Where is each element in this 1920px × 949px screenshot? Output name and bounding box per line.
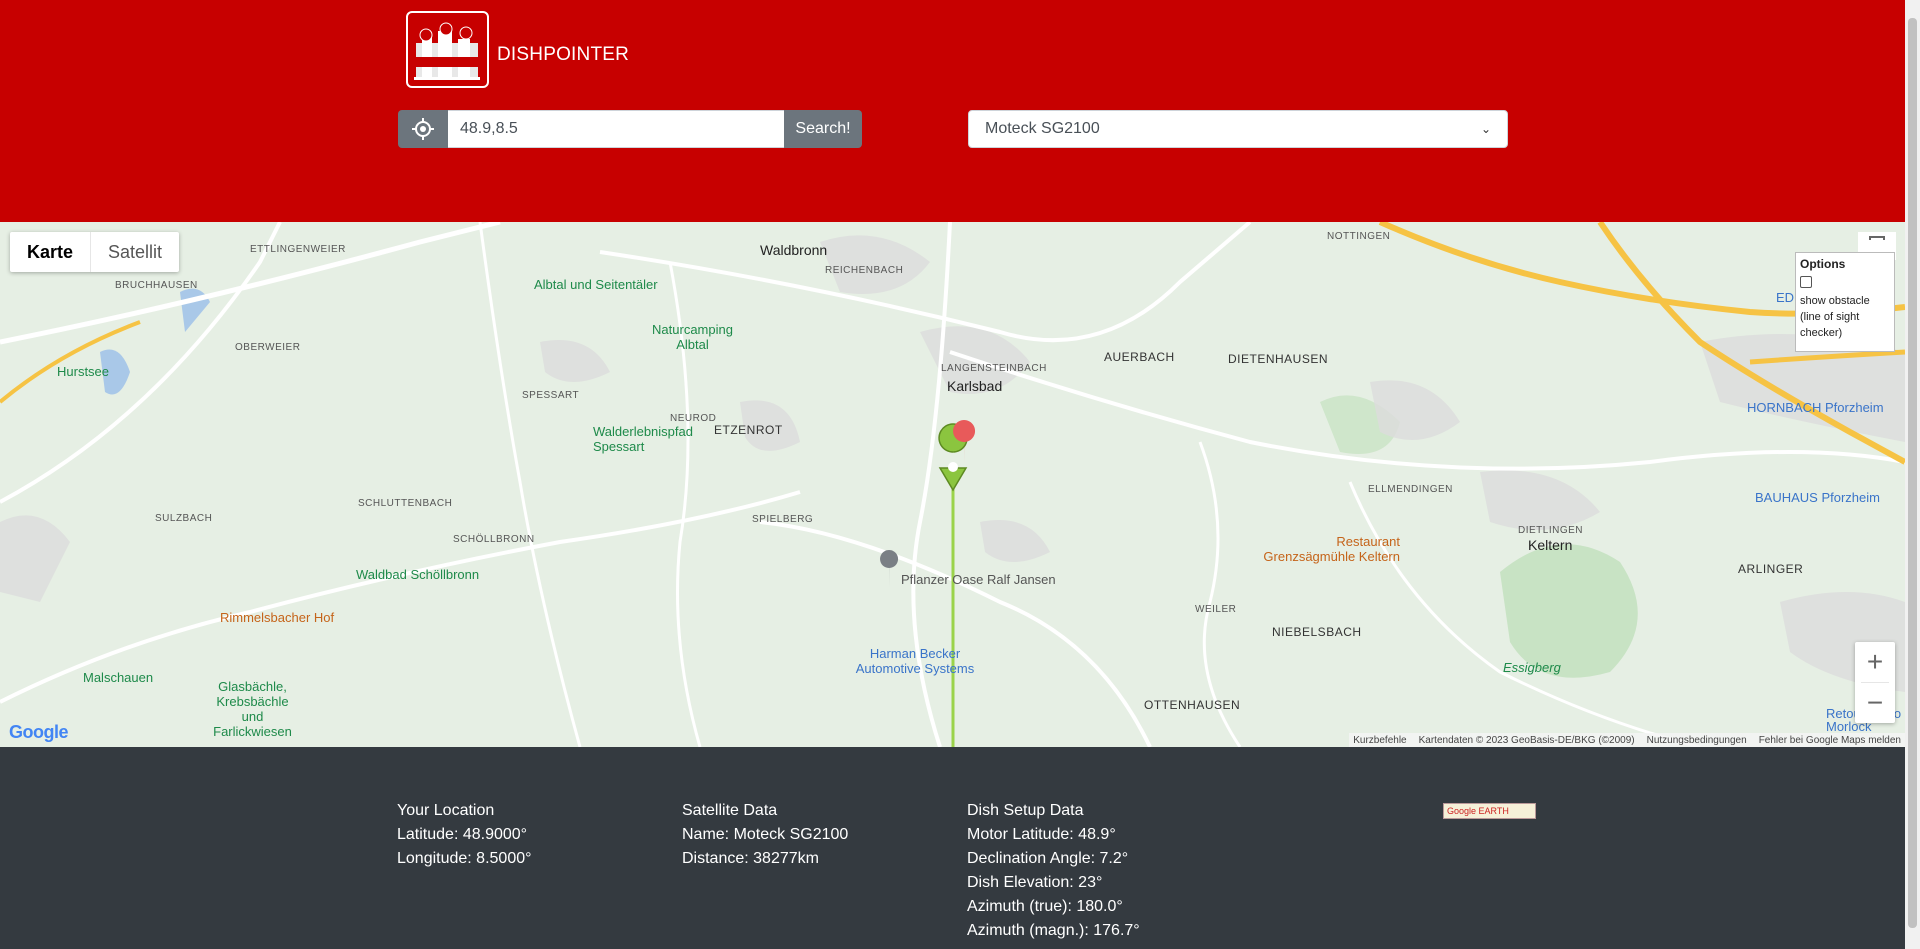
place-dietlingen: DIETLINGEN xyxy=(1518,525,1584,536)
satellite-distance: Distance: 38277km xyxy=(682,850,819,867)
place-schoellbronn: SCHÖLLBRONN xyxy=(453,534,535,545)
location-longitude: Longitude: 8.5000° xyxy=(397,850,532,867)
place-dietenhausen: DIETENHAUSEN xyxy=(1228,352,1329,366)
show-obstacle-label: show obstacle (line of sight checker) xyxy=(1800,295,1870,339)
zoom-out-button[interactable]: − xyxy=(1855,683,1895,723)
place-hornbach: HORNBACH Pforzheim xyxy=(1747,400,1884,415)
place-albtal: Albtal und Seitentäler xyxy=(534,277,658,292)
place-spielberg: SPIELBERG xyxy=(752,514,814,525)
google-logo[interactable]: Google xyxy=(9,722,69,743)
attrib-terms[interactable]: Nutzungsbedingungen xyxy=(1647,735,1747,746)
map-type-control: Karte Satellit xyxy=(10,232,180,272)
zoom-in-button[interactable]: + xyxy=(1855,642,1895,682)
satellite-info: Satellite Data Name: Moteck SG2100 Dista… xyxy=(682,799,848,871)
place-pflanzer: Pflanzer Oase Ralf Jansen xyxy=(901,572,1056,587)
satellite-name: Name: Moteck SG2100 xyxy=(682,826,849,843)
scrollbar-thumb[interactable] xyxy=(1908,18,1917,928)
place-restaurant: Restaurant Grenzsägmühle Keltern xyxy=(1263,534,1400,564)
crosshair-icon xyxy=(412,118,434,140)
options-title: Options xyxy=(1800,257,1846,271)
place-ettlingenweier: ETTLINGENWEIER xyxy=(250,244,346,255)
place-nottingen: NOTTINGEN xyxy=(1327,231,1391,242)
dish-azimuth-true: Azimuth (true): 180.0° xyxy=(967,898,1123,915)
page-scrollbar[interactable] xyxy=(1905,0,1920,949)
locate-button[interactable] xyxy=(398,110,448,148)
place-auerbach: AUERBACH xyxy=(1104,350,1175,364)
place-waldbad: Waldbad Schöllbronn xyxy=(356,567,480,582)
place-bauhaus: BAUHAUS Pforzheim xyxy=(1755,490,1880,505)
search-button[interactable]: Search! xyxy=(784,110,862,148)
brand-title: DISHPOINTER xyxy=(497,44,630,65)
location-search-input[interactable] xyxy=(448,110,784,148)
dish-motor-latitude: Motor Latitude: 48.9° xyxy=(967,826,1116,843)
map[interactable]: Waldbronn REICHENBACH ETTLINGENWEIER BRU… xyxy=(0,222,1905,747)
satellite-select-value: Moteck SG2100 xyxy=(985,120,1100,137)
place-bruchhausen: BRUCHHAUSEN xyxy=(115,280,198,291)
place-oberweier: OBERWEIER xyxy=(235,342,301,353)
place-keltern: Keltern xyxy=(1528,537,1573,553)
place-harman: Harman Becker Automotive Systems xyxy=(855,646,975,676)
map-attribution: Kurzbefehle Kartendaten © 2023 GeoBasis-… xyxy=(1349,733,1905,747)
place-weiler: WEILER xyxy=(1195,604,1237,615)
dish-setup-info: Dish Setup Data Motor Latitude: 48.9° De… xyxy=(967,799,1140,943)
place-naturcamping: Naturcamping Albtal xyxy=(652,322,733,352)
attrib-report[interactable]: Fehler bei Google Maps melden xyxy=(1759,735,1901,746)
place-waldbronn: Waldbronn xyxy=(760,242,828,258)
satellite-title: Satellite Data xyxy=(682,802,778,819)
location-latitude: Latitude: 48.9000° xyxy=(397,826,528,843)
chevron-down-icon: ⌄ xyxy=(1480,122,1491,136)
place-glasbaechle: Glasbächle, Krebsbächle und Farlickwiese… xyxy=(213,679,292,739)
tab-satellit[interactable]: Satellit xyxy=(91,232,179,272)
place-neurod: NEUROD xyxy=(670,413,717,424)
location-title: Your Location xyxy=(397,802,495,819)
place-malschauen: Malschauen xyxy=(83,670,154,685)
place-niebelsbach: NIEBELSBACH xyxy=(1272,625,1362,639)
place-schluttenbach: SCHLUTTENBACH xyxy=(358,498,453,509)
tab-karte[interactable]: Karte xyxy=(10,232,92,272)
google-logo-text: Google xyxy=(9,722,69,742)
place-walderlebnispfad: Walderlebnispfad Spessart xyxy=(593,424,693,454)
fullscreen-icon xyxy=(1869,236,1885,240)
place-karlsbad: Karlsbad xyxy=(947,378,1003,394)
dishpointer-logo[interactable] xyxy=(406,11,489,88)
place-rimmelsbacher: Rimmelsbacher Hof xyxy=(220,610,335,625)
satellite-select[interactable]: Moteck SG2100 ⌄ xyxy=(968,110,1508,148)
header: DISHPOINTER Search! Moteck SG2100 ⌄ xyxy=(0,0,1905,222)
place-ellmendingen: ELLMENDINGEN xyxy=(1368,484,1453,495)
place-langensteinbach: LANGENSTEINBACH xyxy=(941,363,1047,374)
attrib-shortcuts[interactable]: Kurzbefehle xyxy=(1353,735,1406,746)
place-reichenbach: REICHENBACH xyxy=(825,265,904,276)
footer: Your Location Latitude: 48.9000° Longitu… xyxy=(0,747,1905,949)
show-obstacle-checkbox[interactable] xyxy=(1800,276,1812,288)
place-arlinger: ARLINGER xyxy=(1738,562,1804,576)
place-sulzbach: SULZBACH xyxy=(155,513,213,524)
search-group: Search! xyxy=(398,110,862,148)
dish-title: Dish Setup Data xyxy=(967,802,1084,819)
place-ottenhausen: OTTENHAUSEN xyxy=(1144,698,1241,712)
place-spessart: SPESSART xyxy=(522,390,580,401)
zoom-control: + − xyxy=(1855,642,1895,723)
attrib-mapdata: Kartendaten © 2023 GeoBasis-DE/BKG (©200… xyxy=(1418,734,1635,746)
location-info: Your Location Latitude: 48.9000° Longitu… xyxy=(397,799,532,871)
options-panel: Options show obstacle (line of sight che… xyxy=(1795,252,1895,352)
dish-azimuth-magn: Azimuth (magn.): 176.7° xyxy=(967,922,1140,939)
place-essigberg: Essigberg xyxy=(1503,660,1561,675)
google-earth-button[interactable]: Google EARTH xyxy=(1443,803,1536,819)
dish-elevation: Dish Elevation: 23° xyxy=(967,874,1103,891)
dish-declination: Declination Angle: 7.2° xyxy=(967,850,1129,867)
place-hurstsee: Hurstsee xyxy=(57,364,110,379)
